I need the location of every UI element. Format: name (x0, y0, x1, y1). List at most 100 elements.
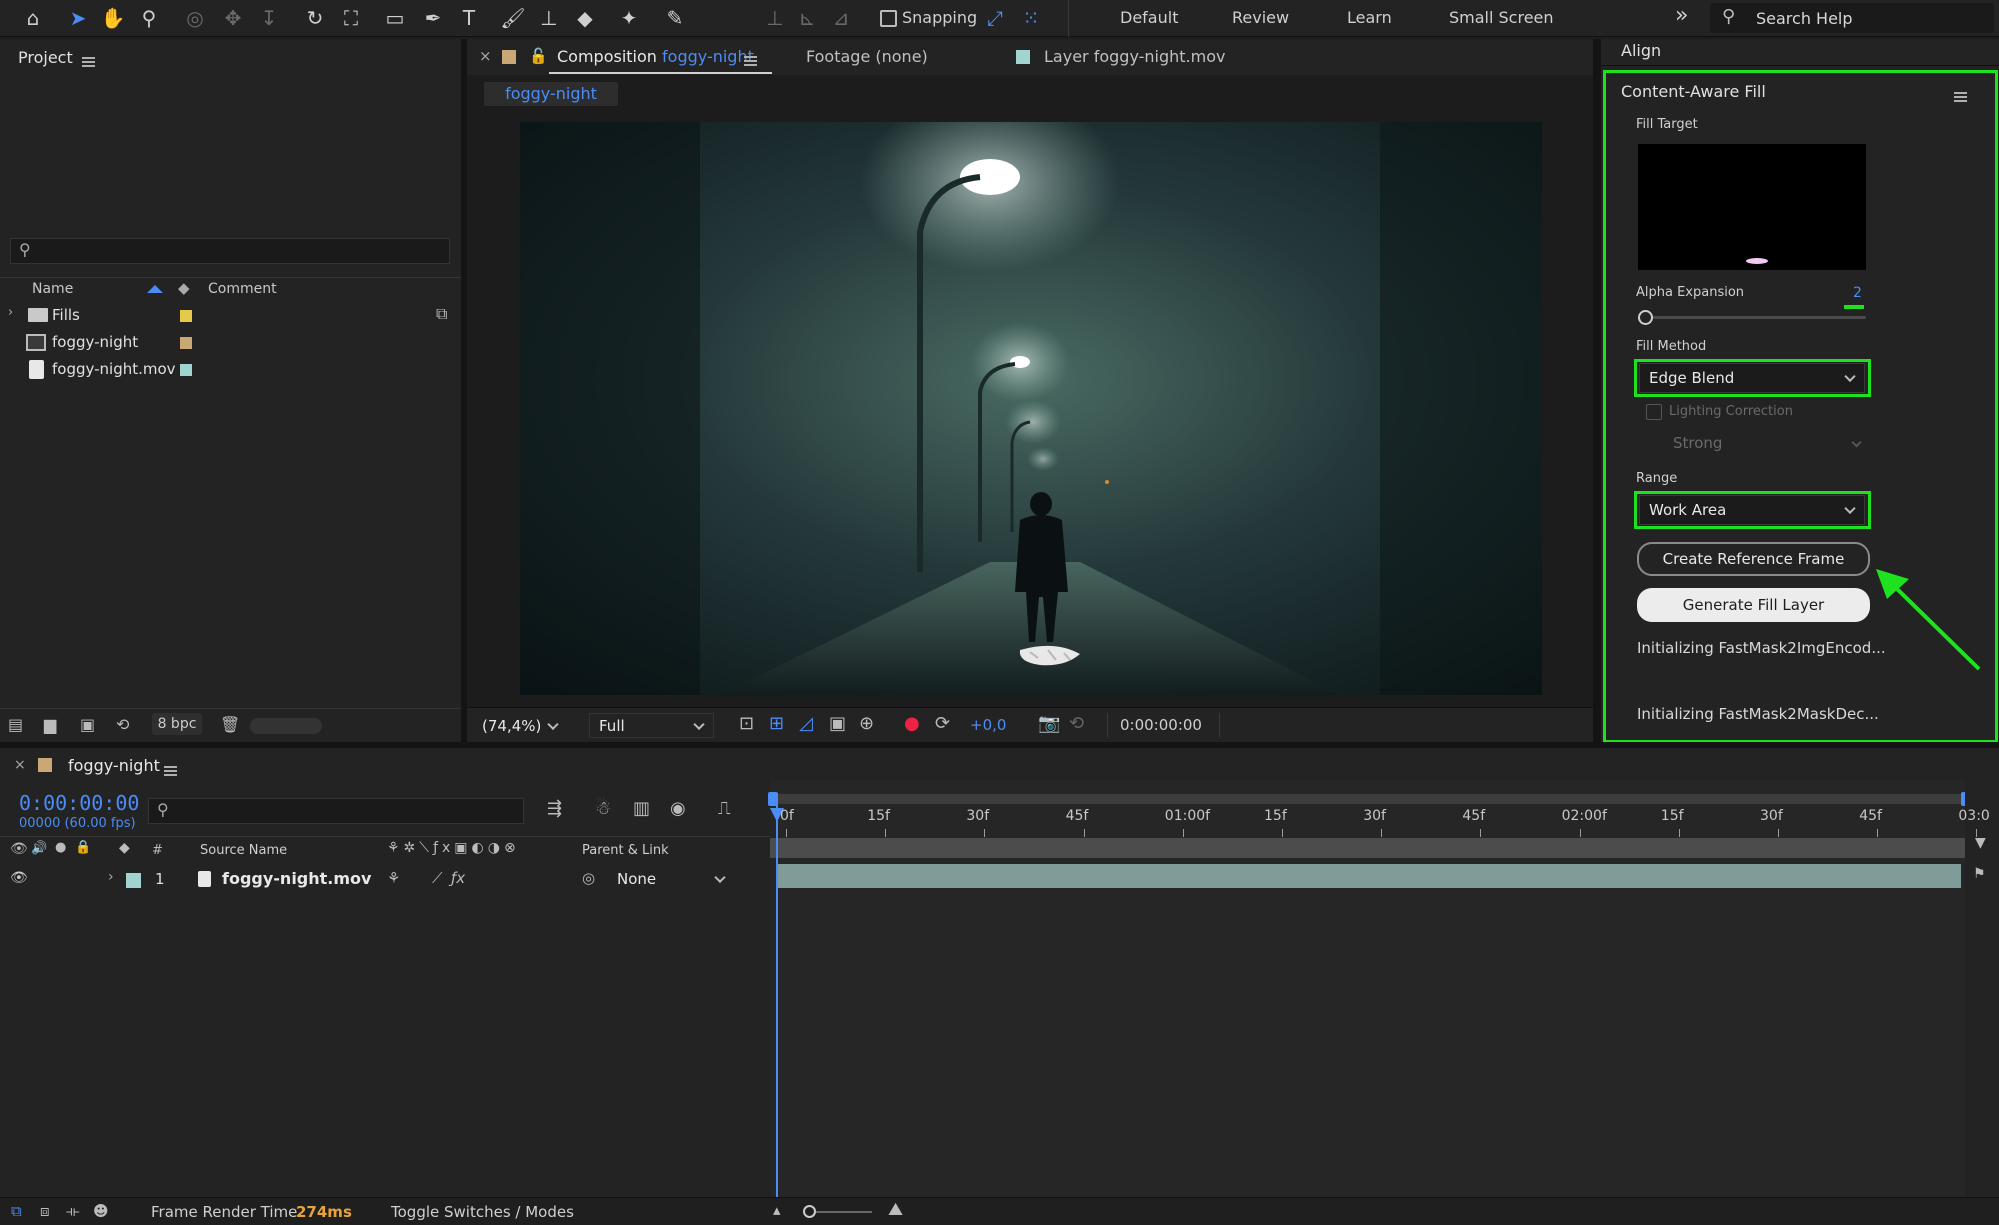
composition-subtab[interactable]: foggy-night (484, 82, 618, 106)
workspace-default[interactable]: Default (1120, 8, 1178, 27)
timeline-zoom-slider-thumb[interactable] (803, 1205, 816, 1218)
chevron-right-icon[interactable]: › (108, 869, 114, 885)
close-tab-icon[interactable]: × (479, 47, 492, 65)
color-channels-icon[interactable]: ● (904, 713, 920, 734)
roto-brush-icon[interactable]: ✦ (614, 4, 644, 32)
effects-switch-icon[interactable]: ƒx (451, 869, 465, 887)
chevron-right-icon[interactable]: › (8, 305, 13, 320)
column-header-name[interactable]: Name (32, 281, 73, 297)
flow-icon[interactable]: ⟲ (116, 715, 129, 734)
column-header-comment[interactable]: Comment (208, 281, 277, 297)
label-tag-icon[interactable]: ◆ (178, 279, 190, 297)
pick-whip-icon[interactable]: ◎ (582, 869, 595, 887)
orbit-camera-icon[interactable]: ◎ (180, 4, 210, 32)
render-time-icon[interactable]: ☻ (93, 1202, 109, 1220)
work-area-start-handle[interactable] (768, 792, 778, 806)
workspace-overflow-icon[interactable]: » (1675, 3, 1688, 28)
toggle-switches-modes-button[interactable]: Toggle Switches / Modes (391, 1203, 574, 1221)
project-search-input[interactable]: ⚲ (10, 238, 450, 264)
project-item-fills[interactable]: › Fills ⧉ (0, 302, 460, 329)
workspace-small-screen[interactable]: Small Screen (1449, 8, 1554, 27)
lock-icon[interactable]: 🔓 (529, 47, 548, 65)
transparency-grid-icon[interactable]: ⊞ (769, 713, 784, 734)
timeline-layer-row[interactable]: 👁 › 1 foggy-night.mov ⚘ ⟋ ƒx ◎ None (0, 865, 770, 893)
comp-marker-bin-icon[interactable]: ▼ (1975, 835, 1986, 851)
parent-link-header[interactable]: Parent & Link (582, 843, 669, 858)
viewer-timecode[interactable]: 0:00:00:00 (1120, 716, 1202, 734)
hand-icon[interactable]: ✋ (98, 4, 128, 32)
selection-arrow-icon[interactable]: ➤ (63, 4, 93, 32)
parent-dropdown[interactable]: None (608, 867, 734, 891)
flowchart-icon[interactable]: ⧉ (436, 304, 447, 324)
tab-composition[interactable]: Composition foggy-night (557, 47, 754, 66)
work-area-bar[interactable] (772, 794, 1969, 804)
puppet-pin-icon[interactable]: ✎ (660, 4, 690, 32)
label-color-swatch[interactable] (180, 337, 192, 349)
timeline-current-time[interactable]: 0:00:00:00 (19, 791, 139, 815)
show-snapshot-icon[interactable]: ⟲ (1069, 713, 1084, 734)
quality-switch-icon[interactable]: ⟋ (432, 869, 443, 887)
snap-edges-icon[interactable]: ⤢ (980, 4, 1010, 32)
align-panel-title[interactable]: Align (1621, 41, 1661, 60)
timeline-search-input[interactable]: ⚲ (148, 798, 524, 824)
trash-icon[interactable]: 🗑 (220, 715, 240, 734)
snap-points-icon[interactable]: ⁙ (1016, 4, 1046, 32)
search-help-field[interactable]: ⚲ Search Help (1710, 3, 1994, 33)
project-menu-icon[interactable] (82, 53, 95, 71)
current-time-indicator[interactable] (776, 805, 778, 1197)
pan-camera-icon[interactable]: ✥ (218, 4, 248, 32)
pan-behind-icon[interactable]: ⛶ (336, 4, 366, 32)
rectangle-icon[interactable]: ▭ (380, 4, 410, 32)
reset-exposure-icon[interactable]: ⟳ (935, 713, 950, 734)
resolution-dropdown[interactable]: Full (589, 713, 714, 738)
rotate-icon[interactable]: ↻ (300, 4, 330, 32)
thumbnail-slider[interactable] (250, 718, 322, 734)
timeline-comp-tab[interactable]: foggy-night (68, 756, 160, 775)
layer-duration-bar[interactable] (776, 864, 1961, 888)
in-out-icon[interactable]: ⟛ (66, 1202, 80, 1220)
type-icon[interactable]: T (454, 4, 484, 32)
snapping-checkbox[interactable] (880, 10, 897, 27)
zoom-icon[interactable]: ⚲ (134, 4, 164, 32)
composition-canvas[interactable] (520, 122, 1542, 695)
region-of-interest-icon[interactable]: ▣ (829, 713, 846, 734)
shy-switch-icon[interactable]: ⚘ (387, 869, 400, 887)
timeline-menu-icon[interactable] (164, 762, 177, 780)
workspace-review[interactable]: Review (1232, 8, 1289, 27)
composition-flowchart-icon[interactable]: ⇶ (547, 798, 562, 819)
motion-blur-icon[interactable]: ◉ (670, 798, 686, 819)
new-folder-icon[interactable]: ▆ (44, 715, 56, 734)
project-item-foggy-night-mov[interactable]: foggy-night.mov (0, 356, 460, 383)
fast-previews-icon[interactable]: ⊡ (739, 713, 754, 734)
home-icon[interactable]: ⌂ (18, 4, 48, 32)
new-composition-icon[interactable]: ▣ (80, 715, 95, 734)
sort-ascending-icon[interactable] (147, 285, 163, 293)
eye-visibility-icon[interactable]: 👁 (10, 870, 28, 886)
mask-path-visibility-icon[interactable]: ◿ (799, 713, 813, 734)
label-color-swatch[interactable] (180, 364, 192, 376)
axis-world-icon[interactable]: ⊾ (792, 4, 822, 32)
layer-switches-icon[interactable]: ⧉ (11, 1202, 22, 1220)
tab-footage[interactable]: Footage (none) (806, 47, 928, 66)
project-item-foggy-night[interactable]: foggy-night (0, 329, 460, 356)
axis-local-icon[interactable]: ⊥ (760, 4, 790, 32)
zoom-out-icon[interactable]: ▴ (773, 1201, 781, 1219)
frame-blending-icon[interactable]: ▥ (633, 798, 650, 819)
exposure-value[interactable]: +0,0 (970, 716, 1006, 734)
grid-guides-icon[interactable]: ⊕ (859, 713, 874, 734)
tab-layer[interactable]: Layer foggy-night.mov (1044, 47, 1225, 66)
bit-depth-button[interactable]: 8 bpc (152, 713, 202, 735)
time-navigator[interactable] (770, 838, 1965, 858)
source-name-header[interactable]: Source Name (200, 843, 287, 858)
pen-icon[interactable]: ✒ (418, 4, 448, 32)
graph-editor-icon[interactable]: ⎍ (718, 798, 731, 819)
dolly-camera-icon[interactable]: ↧ (254, 4, 284, 32)
clone-stamp-icon[interactable]: ⊥ (534, 4, 564, 32)
brush-icon[interactable]: 🖌 (498, 4, 528, 32)
magnification-dropdown[interactable]: (74,4%) (473, 713, 567, 738)
close-tab-icon[interactable]: × (14, 757, 26, 773)
label-color-swatch[interactable] (126, 873, 141, 888)
layer-name[interactable]: foggy-night.mov (222, 869, 371, 888)
shy-layers-icon[interactable]: ☃ (595, 798, 611, 819)
label-color-swatch[interactable] (180, 310, 192, 322)
